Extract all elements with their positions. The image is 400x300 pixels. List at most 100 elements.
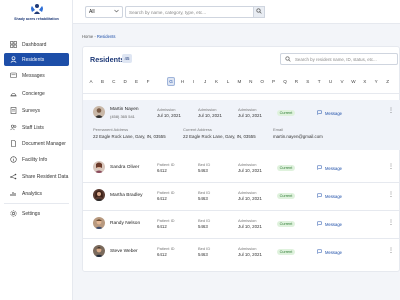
resident-name: Martha Bradley	[110, 193, 143, 198]
letter-filter-y[interactable]: Y	[372, 77, 380, 86]
surveys-icon	[9, 107, 17, 115]
admission-label: Admission	[238, 246, 257, 251]
letter-filter-h[interactable]: H	[178, 77, 186, 86]
letter-filter-a[interactable]: A	[87, 77, 95, 86]
bed-id-value: 5463	[198, 168, 208, 173]
more-options-icon[interactable]: ⋮	[388, 219, 394, 226]
sidebar-item-messages[interactable]: Messages	[4, 69, 69, 82]
resident-name: Steve Weber	[110, 249, 138, 254]
letter-filter-e[interactable]: E	[133, 77, 141, 86]
letter-filter-j[interactable]: J	[201, 77, 209, 86]
filter-select[interactable]: All	[85, 6, 123, 18]
patient-id-label: Patient ID	[157, 246, 175, 251]
sidebar-item-staff-lists[interactable]: Staff Lists	[4, 121, 69, 134]
letter-filter-k[interactable]: K	[213, 77, 221, 86]
resident-row[interactable]: Steve Weber Patient ID 6412 Bed ID 5463 …	[83, 239, 400, 264]
letter-filter-i[interactable]: I	[190, 77, 198, 86]
permanent-address-label: Permanent Address	[93, 127, 129, 132]
admission-date: Jul 10, 2021	[238, 252, 262, 257]
breadcrumb-current: Residents	[96, 34, 116, 39]
letter-filter-c[interactable]: C	[110, 77, 118, 86]
message-button[interactable]: Message	[317, 221, 342, 227]
resident-search-input[interactable]: Search by resident name, ID, status, etc…	[280, 53, 398, 65]
letter-filter-z[interactable]: Z	[384, 77, 392, 86]
email-value: martin.nayen@gmail.com	[273, 134, 323, 139]
admission-date: Jul 10, 2021	[198, 113, 222, 118]
global-search-input[interactable]: Search by name, category, type, etc...	[125, 6, 265, 18]
letter-filter-u[interactable]: U	[327, 77, 335, 86]
resident-row[interactable]: Martha Bradley Patient ID 6412 Bed ID 54…	[83, 183, 400, 208]
message-button[interactable]: Message	[317, 193, 342, 199]
bed-id-value: 5463	[198, 224, 208, 229]
letter-filter-o[interactable]: O	[258, 77, 266, 86]
resident-row-expanded[interactable]: Martin Nayen (458) 365 541 Admission Jul…	[83, 100, 400, 150]
more-options-icon[interactable]: ⋮	[388, 107, 394, 114]
breadcrumb: Home - Residents	[82, 34, 116, 39]
avatar	[93, 217, 105, 229]
letter-filter-r[interactable]: R	[292, 77, 300, 86]
sidebar-item-document-manager[interactable]: Document Manager	[4, 137, 69, 150]
letter-filter-g[interactable]: G	[167, 77, 175, 86]
message-button[interactable]: Message	[317, 165, 342, 171]
patient-id-label: Patient ID	[157, 162, 175, 167]
concierge-icon	[9, 90, 17, 98]
bed-id-label: Bed ID	[198, 218, 211, 223]
chevron-down-icon	[114, 9, 119, 15]
admission-date: Jul 10, 2021	[238, 224, 262, 229]
sidebar-item-dashboard[interactable]: Dashboard	[4, 38, 69, 51]
letter-filter-v[interactable]: V	[338, 77, 346, 86]
global-search-placeholder: Search by name, category, type, etc...	[129, 9, 207, 15]
app-logo: Shady acres rehabilitation	[0, 2, 73, 32]
sidebar-item-surveys[interactable]: Surveys	[4, 104, 69, 117]
resident-row[interactable]: Randy Nelson Patient ID 6412 Bed ID 5463…	[83, 211, 400, 236]
admission-date: Jul 10, 2021	[238, 113, 262, 118]
letter-filter-d[interactable]: D	[121, 77, 129, 86]
letter-filter-n[interactable]: N	[247, 77, 255, 86]
letter-filter-b[interactable]: B	[98, 77, 106, 86]
message-button[interactable]: Message	[317, 110, 342, 116]
letter-filter-s[interactable]: S	[304, 77, 312, 86]
current-address-value: 22 Eagle Rock Lane, Gary, IN, 03555	[183, 134, 256, 139]
letter-filter-l[interactable]: L	[224, 77, 232, 86]
letter-filter-q[interactable]: Q	[281, 77, 289, 86]
admission-date: Jul 10, 2021	[157, 113, 181, 118]
letter-filter-x[interactable]: X	[361, 77, 369, 86]
messages-icon	[9, 72, 17, 80]
sidebar-item-analytics[interactable]: Analytics	[4, 187, 69, 200]
letter-filter-m[interactable]: M	[235, 77, 243, 86]
sidebar-item-concierge[interactable]: Concierge	[4, 87, 69, 100]
sidebar-item-share-resident-data[interactable]: Share Resident Data	[4, 170, 69, 183]
gear-icon	[9, 210, 17, 218]
resident-search-placeholder: Search by resident name, ID, status, etc…	[295, 56, 377, 62]
residents-panel: Residents 45 Search by resident name, ID…	[82, 46, 400, 272]
sidebar-item-settings[interactable]: Settings	[4, 207, 69, 220]
sidebar-item-label: Staff Lists	[22, 124, 44, 131]
residents-icon	[9, 56, 17, 64]
more-options-icon[interactable]: ⋮	[388, 163, 394, 170]
breadcrumb-home[interactable]: Home	[82, 34, 93, 39]
bed-id-value: 5463	[198, 196, 208, 201]
sidebar-item-residents[interactable]: Residents	[4, 53, 69, 66]
sidebar-item-facility-info[interactable]: Facility Info	[4, 153, 69, 166]
letter-filter-t[interactable]: T	[315, 77, 323, 86]
more-options-icon[interactable]: ⋮	[388, 247, 394, 254]
avatar	[93, 245, 105, 257]
bed-id-label: Bed ID	[198, 162, 211, 167]
letter-filter-w[interactable]: W	[349, 77, 357, 86]
sidebar-item-label: Analytics	[22, 190, 43, 197]
more-options-icon[interactable]: ⋮	[388, 191, 394, 198]
document-icon	[9, 140, 17, 148]
resident-row[interactable]: Sandra Oliver Patient ID 6412 Bed ID 546…	[83, 155, 400, 180]
filter-select-value: All	[89, 9, 95, 15]
top-bar: All Search by name, category, type, etc.…	[73, 0, 400, 24]
letter-filter-p[interactable]: P	[270, 77, 278, 86]
message-button[interactable]: Message	[317, 249, 342, 255]
global-search-button[interactable]	[253, 6, 265, 18]
letter-filter-f[interactable]: F	[144, 77, 152, 86]
sidebar-item-label: Document Manager	[22, 140, 66, 147]
sidebar-divider	[4, 203, 69, 204]
message-icon	[317, 110, 325, 116]
resident-phone: (458) 365 541	[110, 114, 135, 119]
info-icon	[9, 156, 17, 164]
staff-icon	[9, 124, 17, 132]
